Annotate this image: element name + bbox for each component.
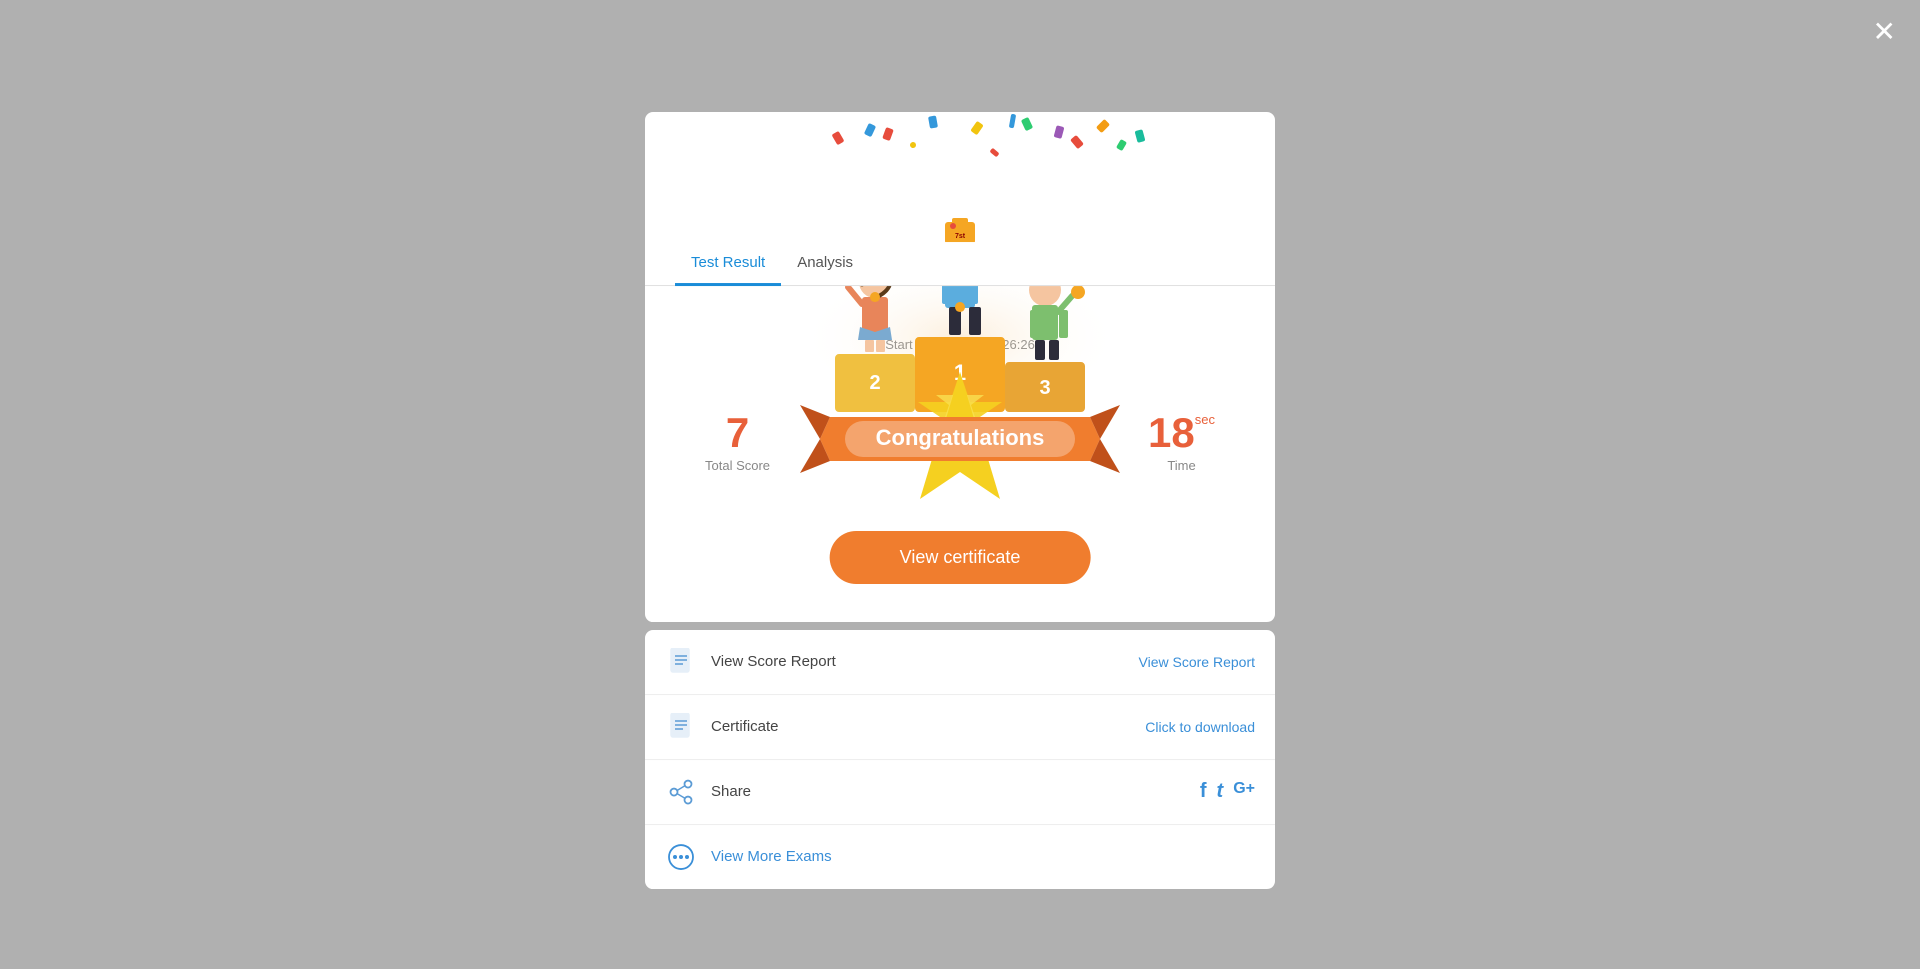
certificate-download-link[interactable]: Click to download — [1145, 719, 1255, 735]
time-item: 18 sec Time — [1148, 412, 1215, 473]
googleplus-icon[interactable]: G+ — [1233, 780, 1255, 803]
social-icons: f t G+ — [1200, 780, 1255, 803]
action-item-more-exams: View More Exams — [645, 825, 1275, 889]
time-label: Time — [1148, 458, 1215, 473]
score-report-label: View Score Report — [711, 653, 1139, 670]
certificate-icon — [665, 711, 697, 743]
more-exams-icon — [665, 841, 697, 873]
result-card: Test Result Analysis Start Time: 2014 14… — [645, 112, 1275, 622]
total-score-label: Total Score — [705, 458, 770, 473]
action-item-certificate: Certificate Click to download — [645, 695, 1275, 760]
score-report-icon — [665, 646, 697, 678]
tabs-container: Test Result Analysis — [645, 242, 1275, 286]
time-unit: sec — [1195, 412, 1215, 427]
twitter-icon[interactable]: t — [1217, 780, 1224, 803]
facebook-icon[interactable]: f — [1200, 780, 1207, 803]
tab-analysis[interactable]: Analysis — [781, 242, 869, 286]
share-icon — [665, 776, 697, 808]
action-item-share: Share f t G+ — [645, 760, 1275, 825]
time-display: 18 sec — [1148, 412, 1215, 454]
result-modal: Test Result Analysis Start Time: 2014 14… — [645, 112, 1275, 889]
view-certificate-button[interactable]: View certificate — [830, 531, 1091, 584]
action-list: View Score Report View Score Report Cert… — [645, 630, 1275, 889]
certificate-label: Certificate — [711, 718, 1145, 735]
svg-text:7st: 7st — [955, 233, 966, 240]
share-label: Share — [711, 783, 1200, 800]
view-more-exams-link[interactable]: View More Exams — [711, 848, 1255, 865]
total-score-item: 7 Total Score — [705, 412, 770, 473]
svg-text:Congratulations: Congratulations — [876, 425, 1045, 450]
tab-test-result[interactable]: Test Result — [675, 242, 781, 286]
close-button[interactable]: ✕ — [1873, 18, 1896, 46]
total-score-value: 7 — [705, 412, 770, 454]
action-item-score-report: View Score Report View Score Report — [645, 630, 1275, 695]
time-value: 18 — [1148, 412, 1195, 454]
score-report-link[interactable]: View Score Report — [1139, 654, 1255, 670]
congrats-area: Congratulations — [790, 367, 1130, 512]
